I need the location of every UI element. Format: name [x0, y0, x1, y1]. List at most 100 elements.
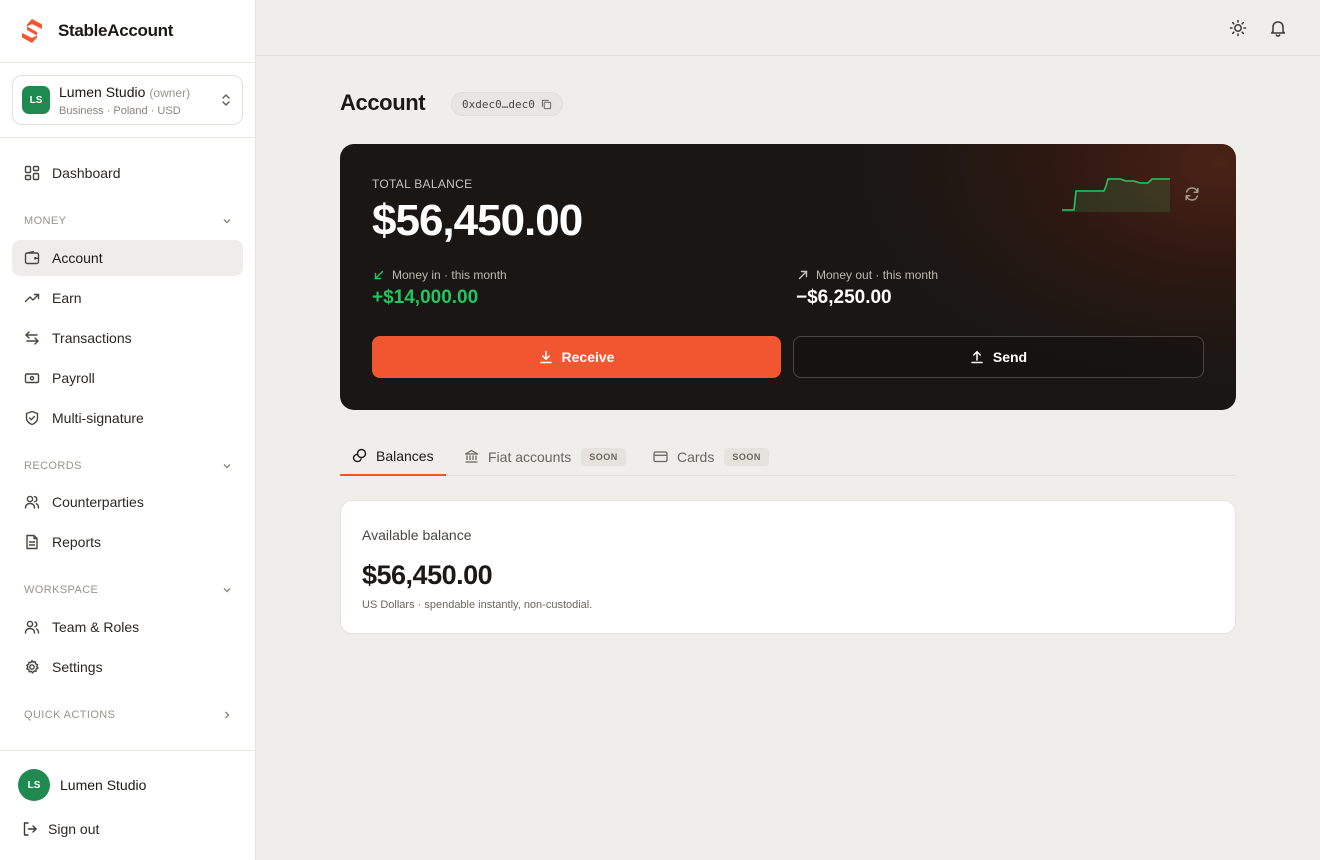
money-out-label: Money out · this month — [798, 268, 938, 282]
wallet-address: 0xdec0…dec0 — [462, 97, 535, 111]
balance-card: TOTAL BALANCE $56,450.00 Money in · this… — [340, 144, 1236, 410]
money-out-value: −$6,250.00 — [796, 287, 892, 308]
money-in-label: Money in · this month — [374, 268, 507, 282]
section-quick-actions[interactable]: QUICK ACTIONS — [24, 707, 232, 723]
section-money[interactable]: MONEY — [24, 213, 232, 229]
total-balance-value: $56,450.00 — [372, 196, 583, 245]
sidebar-item-label: Team & Roles — [52, 619, 140, 635]
wallet-address-chip[interactable]: 0xdec0…dec0 — [451, 92, 563, 116]
sidebar-item-label: Dashboard — [52, 165, 121, 181]
receive-label: Receive — [561, 349, 615, 365]
trending-up-icon — [24, 293, 40, 303]
money-in-value: +$14,000.00 — [372, 287, 479, 308]
copy-icon — [541, 99, 551, 109]
org-meta: Business · Poland · USD — [59, 104, 181, 117]
users-icon — [24, 495, 40, 509]
brand-name: StableAccount — [58, 21, 174, 40]
sidebar-item-account[interactable]: Account — [12, 240, 243, 276]
send-button[interactable]: Send — [793, 336, 1204, 378]
money-out-text: Money out · this month — [816, 268, 939, 282]
coins-icon — [352, 448, 367, 463]
user-cog-icon — [24, 620, 40, 634]
sidebar-item-counterparties[interactable]: Counterparties — [12, 484, 243, 520]
send-label: Send — [992, 349, 1028, 365]
arrows-exchange-icon — [25, 331, 39, 345]
avatar: LS — [18, 769, 50, 801]
top-bar — [256, 0, 1320, 56]
org-avatar: LS — [22, 86, 50, 114]
sidebar-item-earn[interactable]: Earn — [12, 280, 243, 316]
wallet-icon — [24, 250, 40, 265]
available-balance-label: Available balance — [362, 527, 472, 543]
sidebar-item-transactions[interactable]: Transactions — [12, 320, 243, 356]
refresh-icon[interactable] — [1183, 185, 1201, 203]
grid-icon — [24, 165, 40, 181]
section-label: MONEY — [24, 215, 67, 227]
tab-balances[interactable]: Balances — [340, 437, 446, 476]
sidebar-item-payroll[interactable]: Payroll — [12, 360, 243, 396]
user-name: Lumen Studio — [60, 777, 147, 793]
chevron-updown-icon — [222, 94, 230, 106]
sidebar-item-reports[interactable]: Reports — [12, 524, 243, 560]
bell-icon[interactable] — [1268, 18, 1288, 38]
money-in-text: Money in · this month — [392, 268, 507, 282]
section-label: RECORDS — [24, 460, 82, 472]
org-role: (owner) — [149, 85, 191, 100]
sidebar-item-label: Settings — [52, 659, 103, 675]
section-label: QUICK ACTIONS — [24, 709, 116, 721]
chevron-down-icon — [223, 464, 231, 469]
logo-icon — [22, 19, 42, 43]
balance-sparkline — [1062, 178, 1170, 212]
tab-label: Balances — [376, 447, 434, 464]
sidebar-item-settings[interactable]: Settings — [12, 649, 243, 685]
sidebar-footer: LS Lumen Studio Sign out — [0, 750, 255, 860]
shield-check-icon — [25, 410, 39, 426]
section-workspace[interactable]: WORKSPACE — [24, 582, 232, 598]
section-label: WORKSPACE — [24, 584, 99, 596]
sidebar-item-team[interactable]: Team & Roles — [12, 609, 243, 645]
sidebar-item-label: Reports — [52, 534, 102, 550]
arrow-down-left-icon — [374, 270, 384, 280]
brand[interactable]: StableAccount — [0, 0, 255, 63]
sidebar-item-multisig[interactable]: Multi-signature — [12, 400, 243, 436]
sign-out-button[interactable]: Sign out — [22, 821, 99, 837]
upload-icon — [971, 351, 983, 364]
sun-icon[interactable] — [1228, 18, 1248, 38]
file-text-icon — [26, 534, 38, 550]
sign-out-label: Sign out — [48, 821, 100, 837]
tab-cards[interactable]: Cards SOON — [653, 437, 769, 476]
org-name: Lumen Studio — [59, 83, 146, 100]
tab-fiat-accounts[interactable]: Fiat accounts SOON — [464, 437, 626, 476]
sidebar-item-label: Counterparties — [52, 494, 144, 510]
available-balance-card: Available balance $56,450.00 US Dollars … — [340, 500, 1236, 634]
sidebar-item-label: Payroll — [52, 370, 95, 386]
chevron-down-icon — [223, 219, 231, 224]
sidebar-item-label: Multi-signature — [52, 410, 144, 426]
sidebar-item-label: Account — [52, 250, 103, 266]
credit-card-icon — [653, 451, 668, 463]
tab-label: Cards — [677, 448, 715, 465]
gear-icon — [26, 659, 39, 674]
chevron-down-icon — [223, 588, 231, 593]
sidebar: StableAccount LS Lumen Studio (owner) Bus… — [0, 0, 256, 860]
page-title: Account — [340, 90, 426, 115]
user-profile[interactable]: LS Lumen Studio — [18, 769, 146, 801]
available-balance-caption: US Dollars · spendable instantly, non-cu… — [362, 599, 593, 611]
receive-button[interactable]: Receive — [372, 336, 781, 378]
total-balance-label: TOTAL BALANCE — [372, 177, 473, 191]
tab-label: Fiat accounts — [488, 448, 572, 465]
section-records[interactable]: RECORDS — [24, 458, 232, 474]
sidebar-item-label: Earn — [52, 290, 82, 306]
sidebar-item-dashboard[interactable]: Dashboard — [12, 155, 243, 191]
logout-icon — [23, 822, 37, 836]
soon-badge: SOON — [581, 447, 626, 466]
bank-icon — [464, 449, 479, 463]
available-balance-value: $56,450.00 — [362, 560, 493, 590]
download-icon — [539, 350, 552, 364]
arrow-up-right-icon — [798, 270, 808, 280]
chevron-right-icon — [225, 711, 230, 719]
sidebar-item-label: Transactions — [52, 330, 132, 346]
banknote-icon — [24, 373, 40, 384]
org-switcher[interactable]: LS Lumen Studio (owner) Business · Poland… — [12, 75, 243, 125]
soon-badge: SOON — [724, 447, 769, 466]
